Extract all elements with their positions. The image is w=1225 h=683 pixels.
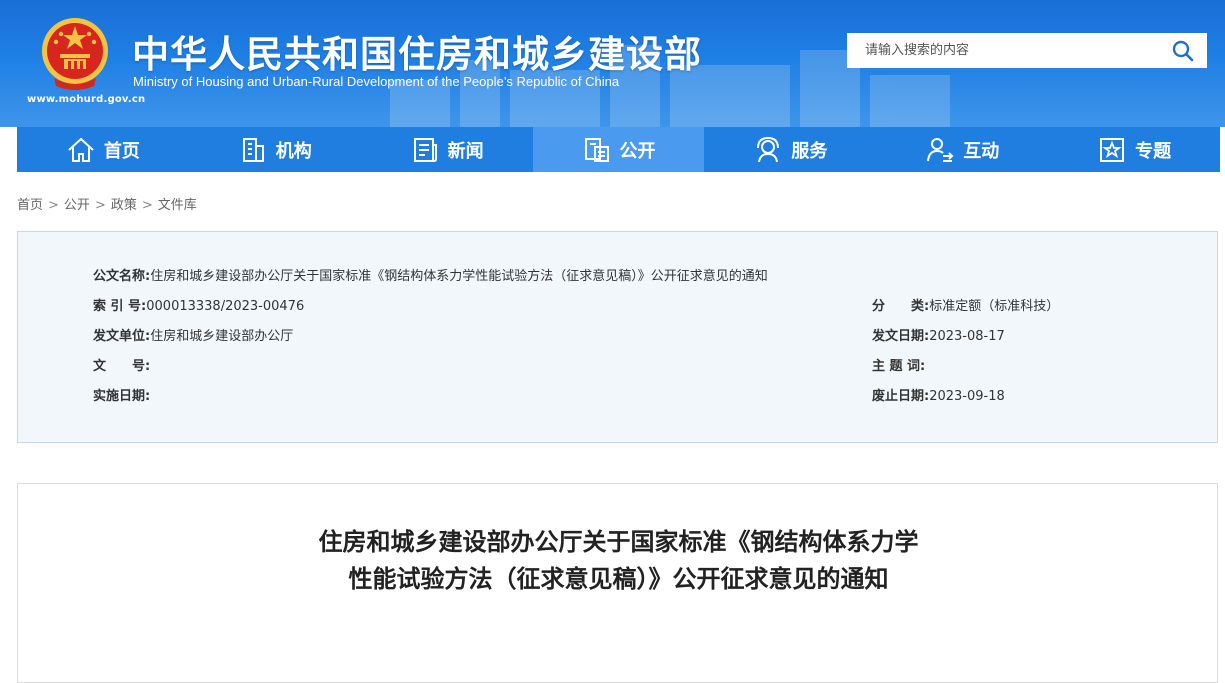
doc-name-label: 公文名称: [93, 269, 151, 284]
search-icon[interactable] [1171, 39, 1195, 63]
keywords-label: 主 题 词: [872, 359, 926, 374]
news-icon [413, 137, 437, 162]
national-emblem [42, 18, 108, 90]
breadcrumb-policy[interactable]: 政策 [111, 198, 137, 213]
document-icon [584, 137, 609, 162]
breadcrumb-library[interactable]: 文件库 [158, 198, 197, 213]
building-icon [242, 137, 264, 162]
issuer-value: 住房和城乡建设部办公厅 [150, 329, 294, 344]
service-icon [757, 136, 780, 162]
doc-no-label: 文 号: [93, 359, 151, 374]
expiry-label: 废止日期: [872, 389, 930, 404]
home-icon [68, 137, 94, 162]
nav-label: 服务 [791, 140, 828, 162]
category-value: 标准定额（标准科技） [929, 299, 1060, 314]
breadcrumb-separator: > [141, 198, 153, 213]
main-nav: 首页 机构 新闻 公开 服务 互动 专题 [17, 127, 1220, 172]
search-input[interactable] [847, 33, 1157, 68]
article-title-line: 性能试验方法（征求意见稿）》公开征求意见的通知 [348, 565, 889, 593]
nav-label: 公开 [619, 140, 656, 162]
issue-date-value: 2023-08-17 [929, 329, 1005, 344]
nav-label: 互动 [963, 140, 1000, 162]
search-box [847, 33, 1207, 68]
nav-label: 新闻 [447, 140, 484, 162]
expiry-value: 2023-09-18 [929, 389, 1005, 404]
breadcrumb-separator: > [48, 198, 59, 213]
info-row-keywords: 主 题 词: [872, 355, 925, 374]
breadcrumb-home[interactable]: 首页 [17, 198, 43, 213]
issue-date-label: 发文日期: [872, 329, 930, 344]
nav-item-news[interactable]: 新闻 [361, 127, 533, 172]
article-title-line: 住房和城乡建设部办公厅关于国家标准《钢结构体系力学 [318, 528, 919, 556]
info-row-index: 索 引 号:000013338/2023-00476 [93, 295, 304, 314]
nav-item-topics[interactable]: 专题 [1048, 127, 1220, 172]
article-panel: 住房和城乡建设部办公厅关于国家标准《钢结构体系力学 性能试验方法（征求意见稿）》… [17, 483, 1218, 683]
nav-item-interaction[interactable]: 互动 [876, 127, 1048, 172]
nav-item-public[interactable]: 公开 [532, 127, 705, 172]
index-label: 索 引 号: [93, 299, 147, 314]
info-row-effective: 实施日期: [93, 385, 150, 404]
breadcrumb-separator: > [94, 198, 106, 213]
document-info-box: 公文名称:住房和城乡建设部办公厅关于国家标准《钢结构体系力学性能试验方法（征求意… [17, 231, 1218, 443]
site-header: www.mohurd.gov.cn 中华人民共和国住房和城乡建设部 Minist… [0, 0, 1225, 127]
nav-label: 机构 [275, 140, 312, 162]
star-icon [1100, 137, 1125, 162]
info-row-issuer: 发文单位:住房和城乡建设部办公厅 [93, 325, 293, 344]
nav-item-home[interactable]: 首页 [17, 127, 189, 172]
info-row-doc-no: 文 号: [93, 355, 150, 374]
nav-item-organization[interactable]: 机构 [189, 127, 361, 172]
site-title: 中华人民共和国住房和城乡建设部 [132, 33, 702, 76]
site-url: www.mohurd.gov.cn [27, 94, 146, 105]
issuer-label: 发文单位: [93, 329, 151, 344]
nav-label: 首页 [103, 140, 140, 162]
index-value: 000013338/2023-00476 [146, 299, 305, 314]
breadcrumb-public[interactable]: 公开 [64, 198, 90, 213]
info-row-expiry: 废止日期:2023-09-18 [872, 385, 1005, 404]
nav-item-service[interactable]: 服务 [704, 127, 876, 172]
category-label: 分 类: [872, 299, 930, 314]
breadcrumb: 首页 > 公开 > 政策 > 文件库 [17, 194, 197, 213]
article-title: 住房和城乡建设部办公厅关于国家标准《钢结构体系力学 性能试验方法（征求意见稿）》… [18, 524, 1219, 598]
info-row-category: 分 类:标准定额（标准科技） [872, 295, 1059, 314]
nav-label: 专题 [1135, 140, 1172, 162]
site-subtitle: Ministry of Housing and Urban-Rural Deve… [133, 74, 620, 89]
info-row-issue-date: 发文日期:2023-08-17 [872, 325, 1005, 344]
doc-name-value: 住房和城乡建设部办公厅关于国家标准《钢结构体系力学性能试验方法（征求意见稿）》公… [150, 269, 768, 284]
info-row-doc-name: 公文名称:住房和城乡建设部办公厅关于国家标准《钢结构体系力学性能试验方法（征求意… [93, 265, 768, 284]
effective-label: 实施日期: [93, 389, 151, 404]
interaction-icon [927, 137, 954, 162]
